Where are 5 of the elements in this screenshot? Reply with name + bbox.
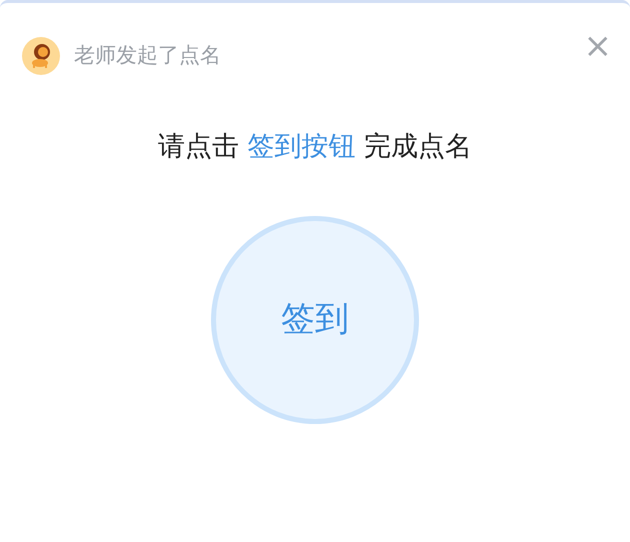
instruction-text: 请点击 签到按钮 完成点名	[158, 130, 472, 164]
header-title: 老师发起了点名	[74, 42, 221, 70]
checkin-button[interactable]: 签到	[211, 216, 419, 424]
checkin-link[interactable]: 签到按钮	[248, 131, 356, 162]
close-button[interactable]: ×	[584, 29, 612, 63]
